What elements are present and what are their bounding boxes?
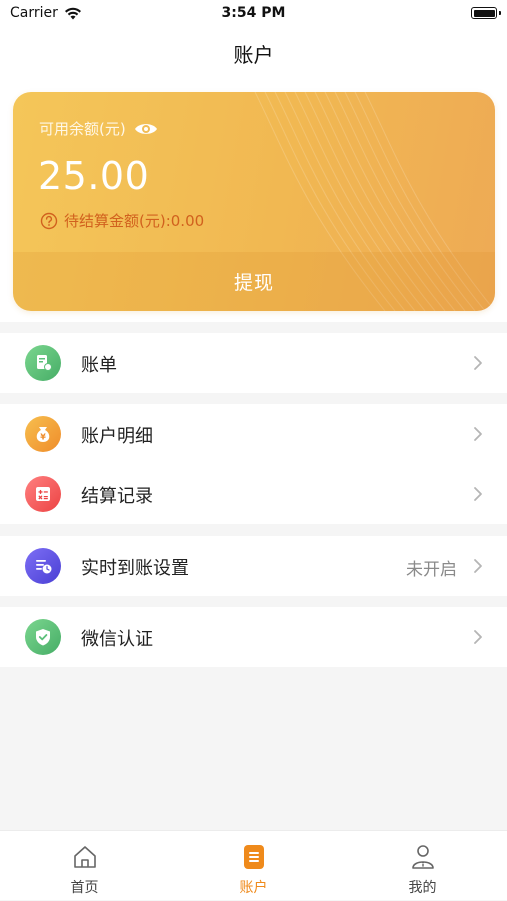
account-doc-icon [244,845,264,869]
page-title: 账户 [233,43,274,67]
home-icon [74,846,96,868]
menu-group-bill: 账单 [0,333,507,393]
chevron-right-icon [474,559,482,573]
money-bag-icon: ¥ [25,416,61,452]
available-balance-label: 可用余额(元) [39,120,126,138]
clock-list-icon [25,548,61,584]
chevron-right-icon [474,427,482,441]
menu-item-bill[interactable]: 账单 [0,333,507,393]
menu-item-realtime-settings-label: 实时到账设置 [81,558,189,579]
chevron-right-icon [474,630,482,644]
svg-text:¥: ¥ [40,433,46,442]
withdraw-button[interactable]: 提现 [13,252,495,311]
menu-group-realtime: 实时到账设置 未开启 [0,536,507,596]
menu-item-account-detail[interactable]: ¥ 账户明细 [0,404,507,464]
navigation-bar: 账户 [0,28,507,78]
chevron-right-icon [474,487,482,501]
calculator-icon [25,476,61,512]
available-balance-label-row: 可用余额(元) [39,118,158,139]
help-circle-icon[interactable] [40,212,58,230]
balance-card: 可用余额(元) 25.00 待结算金额(元):0.00 提现 [13,92,495,311]
pending-settlement-row: 待结算金额(元):0.00 [40,210,204,231]
menu-item-settlement-record-label: 结算记录 [81,486,153,507]
menu-group-wechat: 微信认证 [0,607,507,667]
menu-item-realtime-settings[interactable]: 实时到账设置 未开启 [0,536,507,596]
menu-item-wechat-verify-label: 微信认证 [81,629,153,650]
menu-item-settlement-record[interactable]: 结算记录 [0,464,507,524]
available-balance-amount: 25.00 [38,154,150,198]
tab-home[interactable]: 首页 [0,831,169,901]
menu-group-account: ¥ 账户明细 结算记录 [0,404,507,524]
menu-item-account-detail-label: 账户明细 [81,426,153,447]
tab-mine[interactable]: 我的 [338,831,507,901]
shield-check-icon [25,619,61,655]
chevron-right-icon [474,356,482,370]
profile-icon [412,845,434,869]
status-bar: Carrier 3:54 PM [0,0,507,28]
bill-icon [25,345,61,381]
tab-home-label: 首页 [70,880,99,896]
realtime-settings-status: 未开启 [406,560,457,580]
status-time: 3:54 PM [221,5,286,21]
menu-item-bill-label: 账单 [81,355,117,376]
tab-account[interactable]: 账户 [169,831,338,901]
eye-icon[interactable] [134,121,158,137]
pending-settlement-label: 待结算金额(元):0.00 [64,212,205,230]
battery-icon [471,7,501,19]
tab-mine-label: 我的 [408,880,437,896]
menu-item-wechat-verify[interactable]: 微信认证 [0,607,507,667]
tab-bar: 首页 账户 我的 [0,830,507,900]
tab-account-label: 账户 [239,880,268,896]
